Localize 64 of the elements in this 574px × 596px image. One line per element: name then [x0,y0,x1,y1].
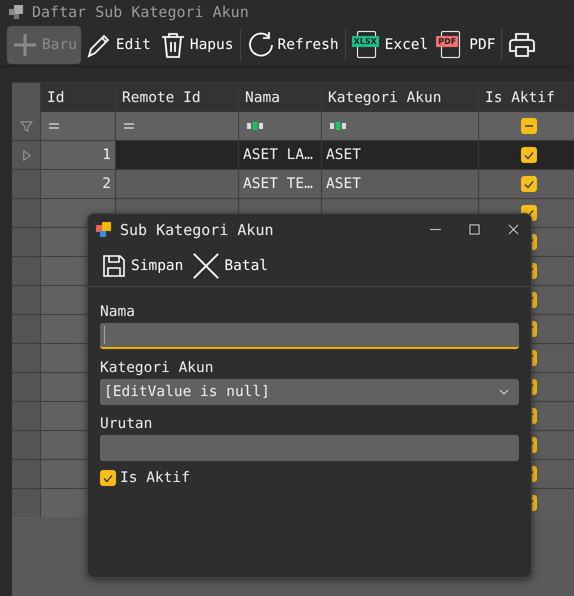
column-header[interactable]: Remote Id [116,83,238,113]
toolbar-button[interactable]: Refresh [242,26,343,64]
checkbox[interactable] [100,470,116,486]
row-indicator[interactable] [12,257,40,285]
table-cell: ASET [322,170,478,198]
row-indicator[interactable] [12,431,40,459]
checkbox-label: Is Aktif [120,470,190,486]
table-cell: 2 [41,170,115,198]
field-label: Nama [100,303,136,322]
filter-cell[interactable] [41,112,115,140]
row-indicator[interactable] [12,489,40,517]
field-label: Urutan [100,415,154,434]
filter-cell[interactable] [479,112,574,140]
row-indicator[interactable] [12,344,40,372]
row-indicator[interactable] [12,286,40,314]
row-indicator[interactable] [12,141,40,169]
field-label: Kategori Akun [100,359,214,378]
dropdown-field[interactable]: [EditValue is null] [100,379,519,405]
app-icon [8,4,24,20]
column-header[interactable]: Id [41,83,115,113]
row-indicator[interactable] [12,199,40,227]
column-header[interactable]: Kategori Akun [322,83,478,113]
filter-cell[interactable] [116,112,238,140]
column-header[interactable]: Is Aktif [479,83,574,113]
toolbar-button[interactable]: Hapus [154,26,238,64]
toolbar-button[interactable]: PDF PDF [432,26,500,64]
toolbar-button[interactable]: XLSX Excel [348,26,432,64]
text-filter-icon [247,122,263,130]
table-cell: ASET TE… [239,170,321,198]
checkbox[interactable] [521,118,537,134]
printer-icon [508,31,536,59]
row-indicator[interactable] [12,402,40,430]
toolbar-button[interactable]: Batal [187,246,272,284]
toolbar-button[interactable]: Edit [80,26,155,64]
row-indicator[interactable] [12,170,40,198]
window-title: Daftar Sub Kategori Akun [32,3,249,21]
table-cell: 1 [41,141,115,169]
column-header[interactable]: Nama [239,83,321,113]
row-indicator[interactable] [12,315,40,343]
close-icon [191,250,222,280]
row-indicator[interactable] [12,460,40,488]
text-filter-icon [330,122,346,130]
app-icon [96,222,112,238]
equals-icon [49,123,59,129]
filter-icon [20,120,32,132]
checkbox[interactable] [521,176,537,192]
input-field[interactable] [100,435,519,461]
row-indicator[interactable] [12,228,40,256]
filter-cell[interactable] [239,112,321,140]
checkbox[interactable] [521,147,537,163]
row-indicator[interactable] [12,373,40,401]
toolbar-button[interactable]: Simpan [96,246,188,284]
refresh-icon [246,31,274,59]
table-cell: ASET LA… [239,141,321,169]
plus-icon [11,31,39,59]
table-cell: ASET [322,141,478,169]
close-icon[interactable] [508,224,519,235]
dialog-title: Sub Kategori Akun [120,220,274,238]
input-field[interactable] [100,323,519,349]
filter-cell[interactable] [322,112,478,140]
chevron-icon [499,389,509,395]
dash-icon [525,125,533,127]
maximize-icon[interactable] [469,224,480,235]
equals-icon [124,123,134,129]
